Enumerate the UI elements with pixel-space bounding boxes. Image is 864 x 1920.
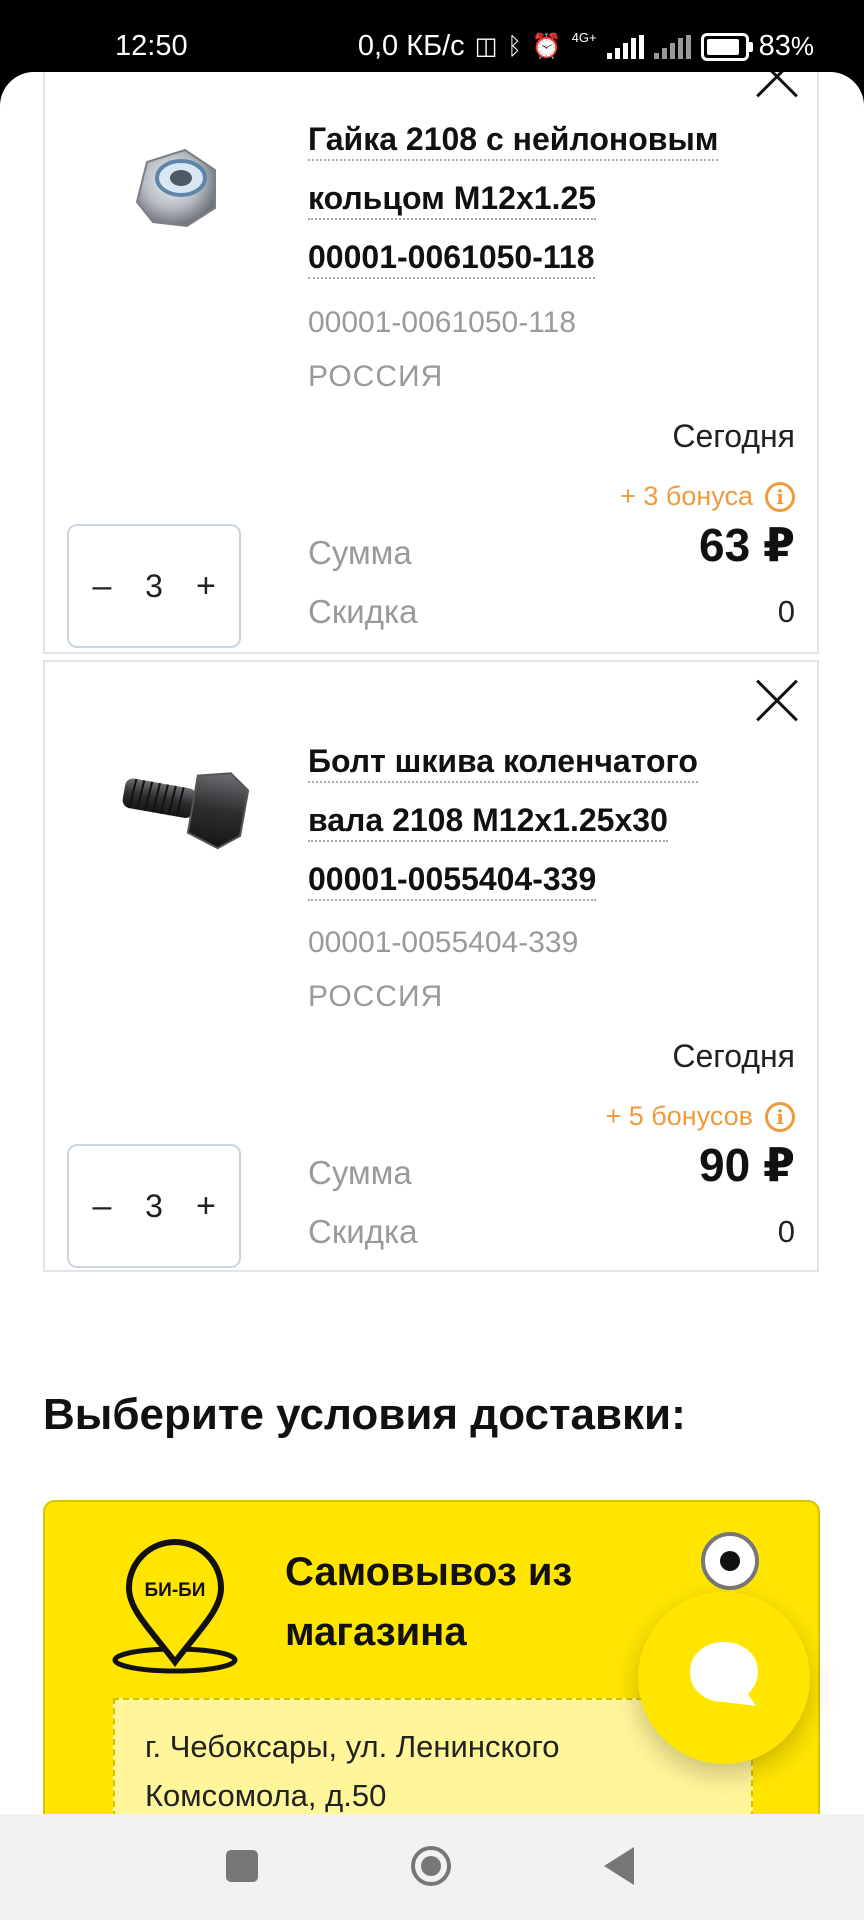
item-discount: 0 [777,1214,795,1249]
discount-label: Скидка [308,1213,418,1250]
info-icon[interactable]: i [765,481,795,512]
sum-label: Сумма [308,534,412,571]
product-country: РОССИЯ [308,360,444,393]
remove-item-button[interactable] [753,72,799,100]
increase-button[interactable]: + [191,567,221,606]
item-discount: 0 [777,594,795,629]
quantity-value[interactable]: 3 [145,1188,163,1225]
status-time: 12:50 [115,30,188,62]
nav-home-icon[interactable] [411,1846,451,1886]
decrease-button[interactable]: – [87,1187,117,1226]
sum-label: Сумма [308,1154,412,1191]
alarm-icon: ⏰ [531,33,562,60]
battery-unit: % [790,31,814,61]
delivery-heading: Выберите условия доставки: [43,1390,686,1439]
signal-icon [606,34,644,59]
delivery-option-title-line: Самовывоз из [285,1550,573,1594]
item-price: 63 ₽ [697,518,795,572]
system-nav-bar [0,1814,864,1920]
increase-button[interactable]: + [191,1187,221,1226]
status-right: 0,0 КБ/с ◫ ᛒ ⏰ 4G+ 83% [358,30,814,63]
nav-back-icon[interactable] [604,1847,634,1885]
chat-button[interactable] [638,1592,810,1764]
cart-sheet: Гайка 2108 с нейлоновым кольцом М12х1.25… [0,72,864,1814]
network-speed: 0,0 КБ/с [357,30,465,62]
delivery-date: Сегодня [672,1038,795,1074]
delivery-date: Сегодня [672,418,795,454]
product-article: 00001-0055404-339 [308,926,579,959]
item-price: 90 ₽ [697,1138,795,1192]
cart-item: Болт шкива коленчатого вала 2108 М12х1.2… [43,660,819,1272]
product-article: 00001-0061050-118 [308,306,577,339]
nfc-icon: ◫ [474,33,498,60]
map-pin-icon: БИ-БИ [112,1539,238,1674]
battery-percent: 83 [758,30,791,62]
cart-item: Гайка 2108 с нейлоновым кольцом М12х1.25… [43,72,819,654]
product-title-line[interactable]: кольцом М12х1.25 [308,180,597,220]
product-country: РОССИЯ [308,980,444,1013]
signal-2-icon [653,34,691,59]
item-price-value: 90 ₽ [699,1139,795,1191]
pickup-radio[interactable] [701,1532,759,1590]
product-title-line[interactable]: Болт шкива коленчатого [308,743,698,783]
item-price-value: 63 ₽ [699,519,795,571]
decrease-button[interactable]: – [87,567,117,606]
discount-label: Скидка [308,593,418,630]
delivery-option-title: Самовывоз из магазина [285,1542,615,1662]
remove-item-button[interactable] [753,678,799,724]
bluetooth-icon: ᛒ [507,32,522,60]
product-title-line[interactable]: 00001-0061050-118 [308,239,595,279]
store-address-line: Комсомола, д.50 [145,1778,387,1813]
nav-recents-icon[interactable] [226,1850,258,1882]
product-title-line[interactable]: Гайка 2108 с нейлоновым [308,121,719,161]
bonus-info: + 5 бонусов i [605,1101,795,1132]
bonus-text: + 5 бонусов [605,1101,753,1131]
info-icon[interactable]: i [765,1101,795,1132]
product-image-nut [135,148,216,228]
quantity-value[interactable]: 3 [145,568,163,605]
product-title-line[interactable]: вала 2108 М12х1.25х30 [308,802,668,842]
store-address-line: г. Чебоксары, ул. Ленинского [145,1729,560,1764]
logo-text: БИ-БИ [145,1580,206,1601]
product-title-line[interactable]: 00001-0055404-339 [308,861,597,901]
quantity-stepper: – 3 + [67,524,241,648]
quantity-stepper: – 3 + [67,1144,241,1268]
delivery-option-title-line: магазина [285,1610,467,1654]
chat-icon [690,1642,758,1706]
product-title[interactable]: Болт шкива коленчатого вала 2108 М12х1.2… [308,732,808,909]
bonus-text: + 3 бонуса [620,481,753,511]
product-image-bolt [122,772,250,850]
network-type: 4G+ [571,30,597,45]
battery-icon [700,32,753,61]
status-bar: 12:50 0,0 КБ/с ◫ ᛒ ⏰ 4G+ 83% [0,0,864,72]
bonus-info: + 3 бонуса i [620,481,795,512]
product-title[interactable]: Гайка 2108 с нейлоновым кольцом М12х1.25… [308,110,808,287]
